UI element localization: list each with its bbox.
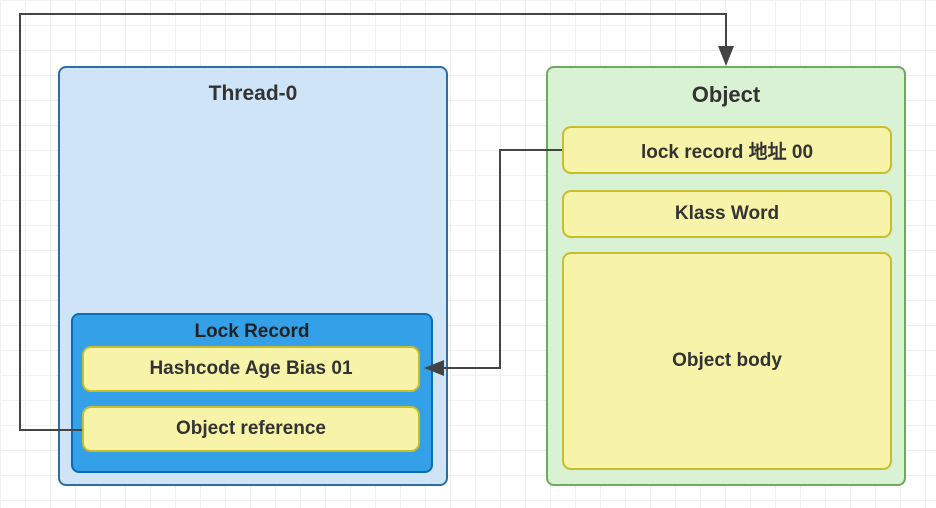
- klass-word-pill: Klass Word: [562, 190, 892, 238]
- lock-address-pill: lock record 地址 00: [562, 126, 892, 174]
- object-reference-label: Object reference: [176, 418, 326, 440]
- klass-word-label: Klass Word: [675, 203, 779, 225]
- thread-title: Thread-0: [60, 68, 446, 106]
- hashcode-label: Hashcode Age Bias 01: [149, 358, 352, 380]
- object-body-label: Object body: [672, 350, 782, 372]
- object-title: Object: [548, 68, 904, 108]
- lock-address-label: lock record 地址 00: [641, 137, 813, 164]
- lock-record-title: Lock Record: [73, 315, 431, 343]
- object-body-box: Object body: [562, 252, 892, 470]
- hashcode-pill: Hashcode Age Bias 01: [82, 346, 420, 392]
- object-reference-pill: Object reference: [82, 406, 420, 452]
